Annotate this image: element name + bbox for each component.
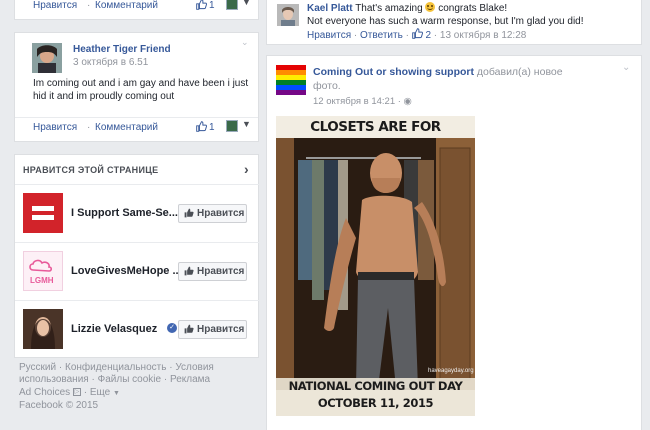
separator: ·	[87, 0, 91, 11]
like-count[interactable]: 1	[209, 0, 215, 11]
page-like-label: Нравится	[197, 208, 245, 219]
commenter-avatar	[226, 0, 238, 10]
photo-caption-line1: NATIONAL COMING OUT DAY	[288, 379, 463, 393]
previous-post-card: Нравится · Комментарий 1 ▼	[14, 0, 259, 20]
photo-caption-line2: OCTOBER 11, 2015	[317, 396, 434, 410]
footer-link[interactable]: Ad Choices	[19, 387, 70, 398]
footer-link[interactable]: Файлы cookie	[98, 374, 161, 385]
comment-link[interactable]: Комментарий	[95, 122, 158, 133]
like-count[interactable]: 1	[209, 122, 215, 133]
chevron-down-icon[interactable]: ⌄	[622, 62, 630, 73]
footer-link[interactable]: использования	[19, 374, 89, 385]
footer-link[interactable]: Условия	[175, 362, 214, 373]
page-like-label: Нравится	[197, 266, 245, 277]
chevron-right-icon[interactable]: ›	[244, 161, 249, 177]
avatar[interactable]	[32, 43, 62, 73]
photo-watermark: haveagayday.org	[428, 368, 474, 374]
comment-text: congrats Blake!	[435, 3, 508, 14]
post-photo[interactable]: CLOSETS ARE FOR CLOTHES haveagayday.org …	[276, 116, 475, 416]
like-link[interactable]: Нравится	[307, 30, 351, 41]
comment-text: Not everyone has such a warm response, b…	[307, 15, 584, 27]
page-like-button[interactable]: Нравится	[178, 204, 247, 223]
page-name[interactable]: I Support Same-Se...	[71, 207, 179, 219]
verified-badge-icon: ✓	[167, 323, 177, 333]
page-avatar-rainbow[interactable]	[276, 65, 306, 95]
liked-pages-card: НРАВИТСЯ ЭТОЙ СТРАНИЦЕ › I Support Same-…	[14, 154, 260, 358]
comment-date[interactable]: 3 октября в 6.51	[73, 57, 148, 68]
section-header: НРАВИТСЯ ЭТОЙ СТРАНИЦЕ	[23, 165, 159, 175]
chevron-down-icon[interactable]: ▼	[242, 119, 251, 129]
commenter-name[interactable]: Heather Tiger Friend	[73, 44, 171, 55]
page-like-button[interactable]: Нравится	[178, 320, 247, 339]
copyright: Facebook © 2015	[19, 399, 99, 411]
comment-actions: Нравится · Ответить · 2 · 13 октября в 1…	[307, 28, 526, 41]
footer-link[interactable]: Русский	[19, 362, 56, 373]
commenter-name[interactable]: Kael Platt	[307, 3, 353, 14]
comment-link[interactable]: Комментарий	[95, 0, 158, 11]
liked-page-row[interactable]: I Support Same-Se... Нравится	[15, 184, 260, 242]
avatar[interactable]	[277, 4, 299, 26]
page-name[interactable]: Coming Out or showing support	[313, 66, 474, 78]
lgmh-logo[interactable]: LGMH	[23, 251, 63, 291]
reply-link[interactable]: Ответить	[360, 30, 403, 41]
separator: ·	[87, 122, 91, 133]
lgmh-text: LGMH	[30, 276, 54, 285]
post-time[interactable]: 12 октября в 14:21	[313, 96, 395, 107]
liked-page-row[interactable]: Lizzie Velasquez ✓ Нравится	[15, 300, 260, 358]
footer-link[interactable]: Реклама	[170, 374, 210, 385]
like-link[interactable]: Нравится	[33, 0, 77, 11]
comment-text: That's amazing	[355, 3, 426, 14]
page-name[interactable]: Lizzie Velasquez	[71, 323, 157, 335]
page-profile-photo[interactable]	[23, 309, 63, 349]
post-actions-bar: Нравится · Комментарий 1 ▼	[15, 117, 258, 137]
chevron-down-icon[interactable]: ⌄	[241, 37, 249, 48]
page-like-label: Нравится	[197, 324, 245, 335]
equality-logo[interactable]	[23, 193, 63, 233]
closet-man-illustration	[276, 138, 475, 390]
commenter-avatar	[226, 120, 238, 132]
footer-link[interactable]: Конфиденциальность	[65, 362, 166, 373]
smiley-emoji-icon	[425, 2, 436, 12]
post-actions-bar: Нравится · Комментарий 1 ▼	[15, 0, 258, 16]
footer-link[interactable]: Еще	[90, 387, 110, 398]
post-header: Coming Out or showing support добавил(а)…	[313, 66, 583, 93]
footer: Русский · Конфиденциальность · Условия и…	[19, 362, 214, 411]
globe-icon: · ◉	[397, 96, 412, 107]
photo-headline: CLOSETS ARE FOR CLOTHES	[276, 116, 475, 157]
comment-card-kael: Kael Platt That's amazing congrats Blake…	[266, 0, 642, 45]
chevron-down-icon[interactable]: ▼	[242, 0, 251, 7]
comment-text: Im coming out and i am gay and have been…	[33, 78, 249, 102]
thumbs-up-icon[interactable]	[196, 0, 207, 10]
comment-time[interactable]: 13 октября в 12:28	[440, 30, 526, 41]
ad-choices-icon[interactable]: ▷	[72, 387, 81, 396]
post-time-row: 12 октября в 14:21 · ◉	[313, 96, 412, 107]
photo-post-card: Coming Out or showing support добавил(а)…	[266, 55, 642, 430]
thumbs-up-icon[interactable]	[411, 28, 423, 39]
page-like-button[interactable]: Нравится	[178, 262, 247, 281]
like-count[interactable]: 2	[425, 30, 431, 41]
thumbs-up-icon[interactable]	[196, 121, 207, 132]
comment-body: Kael Platt That's amazing congrats Blake…	[307, 2, 637, 28]
like-link[interactable]: Нравится	[33, 122, 77, 133]
chevron-down-icon[interactable]: ▼	[113, 390, 120, 397]
comment-card-heather: Heather Tiger Friend 3 октября в 6.51 Im…	[14, 32, 259, 142]
page-name[interactable]: LoveGivesMeHope ...	[71, 265, 179, 277]
photo-caption: NATIONAL COMING OUT DAY OCTOBER 11, 2015	[276, 378, 475, 416]
liked-page-row[interactable]: LGMH LoveGivesMeHope ... Нравится	[15, 242, 260, 300]
